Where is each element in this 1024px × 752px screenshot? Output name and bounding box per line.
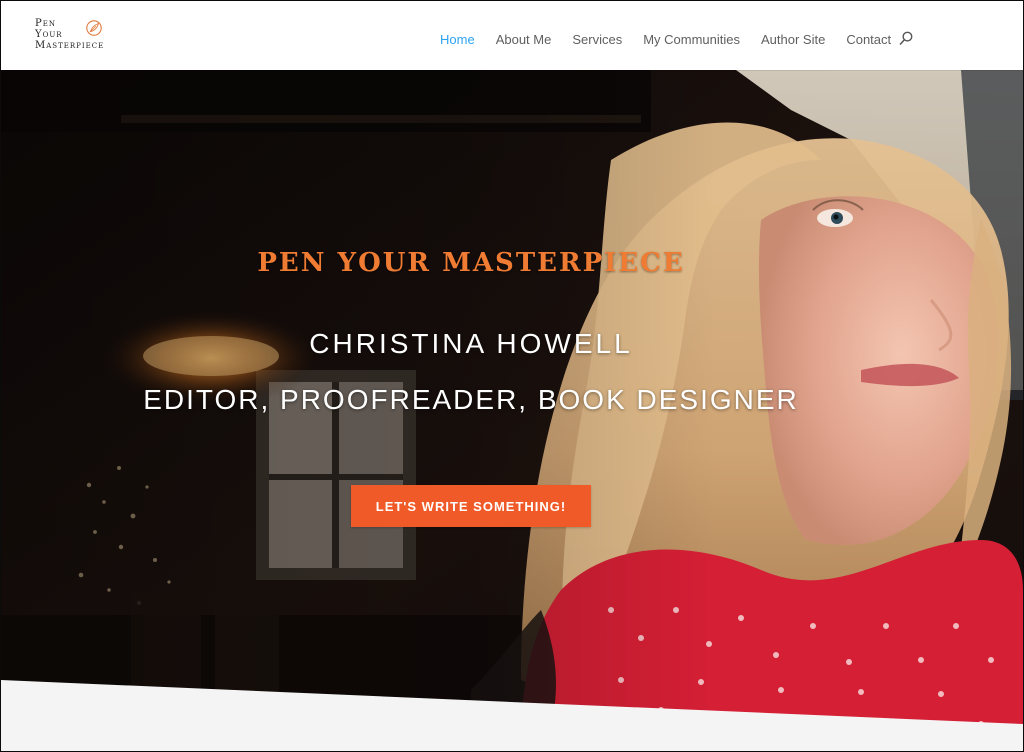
hero-section: PEN YOUR MASTERPIECE CHRISTINA HOWELL ED… [1,70,1023,751]
site-header: Pen Your Masterpiece Home About Me Servi… [1,1,1023,70]
nav-item-contact[interactable]: Contact [846,32,891,47]
logo-line-3: Masterpiece [35,40,105,51]
nav-item-author-site[interactable]: Author Site [761,32,825,47]
bottom-curve-divider [1,680,1023,751]
hero-kicker: PEN YOUR MASTERPIECE [257,248,685,278]
site-logo[interactable]: Pen Your Masterpiece [35,16,125,56]
nav-item-about-me[interactable]: About Me [496,32,552,47]
hero-name: CHRISTINA HOWELL [309,328,633,359]
nav-item-services[interactable]: Services [572,32,622,47]
main-nav: Home About Me Services My Communities Au… [440,29,912,49]
leaf-icon [86,20,102,36]
page-frame: Pen Your Masterpiece Home About Me Servi… [0,0,1024,752]
cta-button[interactable]: LET'S WRITE SOMETHING! [351,485,591,527]
nav-item-home[interactable]: Home [440,32,475,47]
nav-item-my-communities[interactable]: My Communities [643,32,740,47]
search-icon[interactable] [899,30,914,46]
hero-role: EDITOR, PROOFREADER, BOOK DESIGNER [143,384,799,415]
